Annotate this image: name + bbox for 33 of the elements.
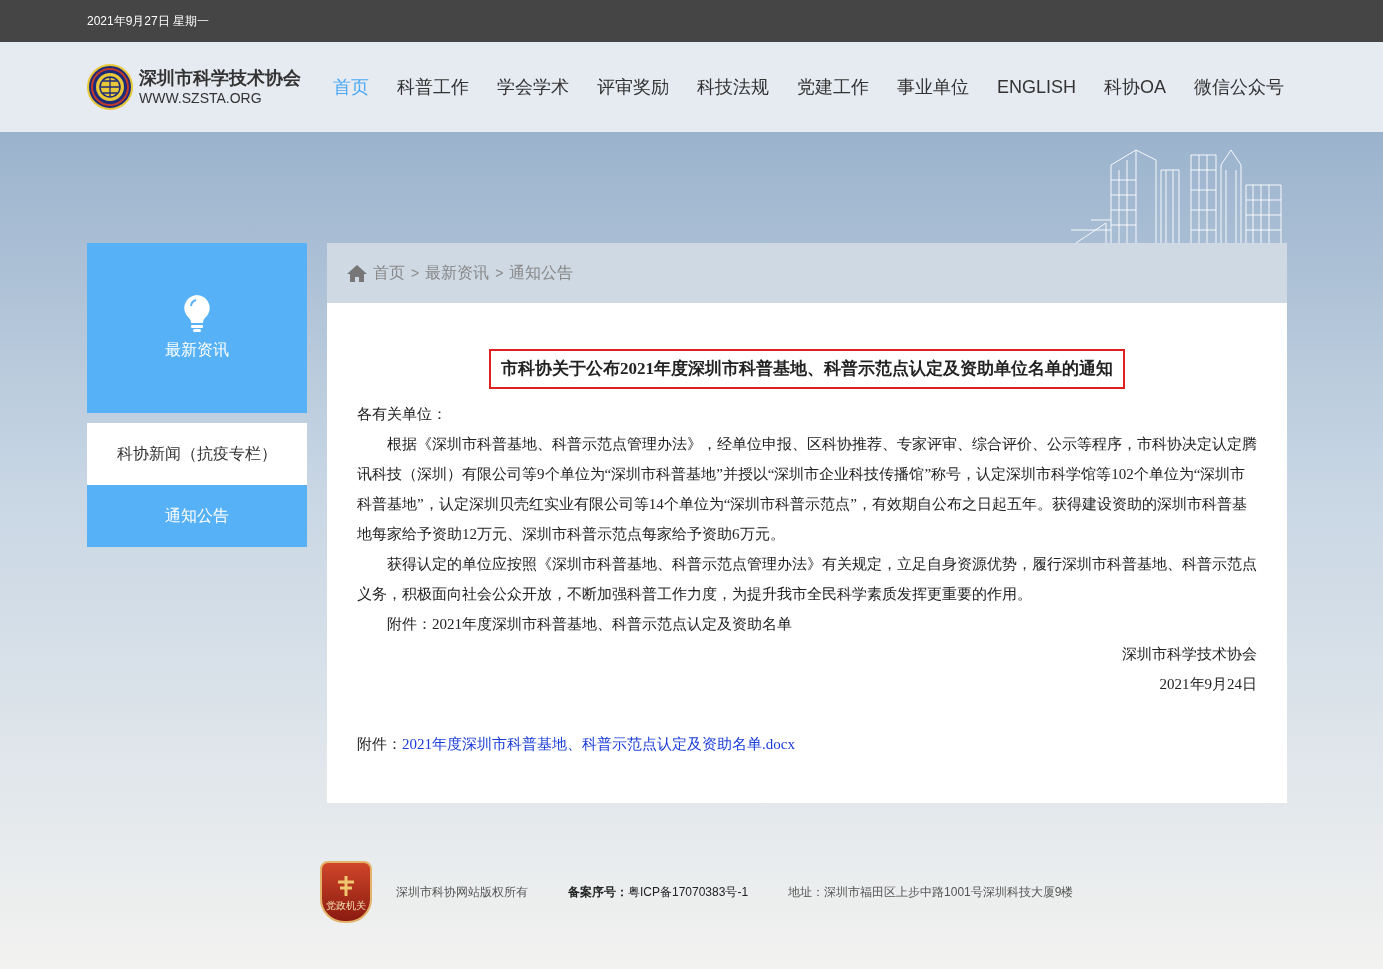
paragraph-text: 附件：2021年度深圳市科普基地、科普示范点认定及资助名单: [386, 615, 793, 634]
date-text: 2021年9月27日 星期一: [87, 13, 210, 30]
nav-link[interactable]: 学会学术: [483, 73, 583, 101]
paragraph-text: 获得认定的单位应按照《深圳市科普基地、科普示范点管理办法》有关规定，立足自身资源优势，履行深圳市科普基地、科普示范点义务，积极面向社会公众开放，不断加强科普工作力度，为提升我市全民科学素质发挥更重要的作用。: [357, 555, 1257, 604]
signature-text: 深圳市科学技术协会: [1122, 645, 1257, 664]
article-title: 市科协关于公布2021年度深圳市科普基地、科普示范点认定及资助单位名单的通知: [489, 349, 1125, 389]
home-icon: [347, 264, 367, 282]
address-text: 地址：深圳市福田区上步中路1001号深圳科技大厦9楼: [788, 884, 1074, 901]
logo-emblem-icon: [87, 64, 133, 110]
logo-title: 深圳市科学技术协会: [139, 67, 301, 90]
attachment-label: 附件：: [357, 735, 402, 754]
nav-link[interactable]: 事业单位: [883, 73, 983, 101]
nav-link[interactable]: ENGLISH: [983, 73, 1091, 101]
paragraph-text: 根据《深圳市科普基地、科普示范点管理办法》，经单位申报、区科协推荐、专家评审、综合评价、公示等程序，市科协决定认定腾讯科技（深圳）有限公司等9个单位为“深圳市科普基地”并授以“深圳市企业科技传播馆”称号，认定深圳市科学馆等102个单位为“深圳市科普基地”，认定深圳贝壳红实业有限公司等14个单位为“深圳市科普示范点”，有效期自公布之日起五年。获得建设资助的深圳市科普基地每家给予资助12万元、深圳市科普示范点每家给予资助6万元。: [357, 435, 1257, 544]
sidebar-title: 最新资讯: [165, 340, 229, 360]
nav-link[interactable]: 评审奖励: [583, 73, 683, 101]
logo-subtitle: WWW.SZSTA.ORG: [139, 89, 263, 107]
signature-date: 2021年9月24日: [1159, 675, 1257, 694]
icp-link[interactable]: 粤ICP备17070383号-1: [628, 883, 749, 901]
attachment-link[interactable]: 2021年度深圳市科普基地、科普示范点认定及资助名单.docx: [402, 729, 795, 759]
nav-link[interactable]: 科普工作: [383, 73, 483, 101]
badge-text: 党政机关: [326, 899, 366, 913]
nav-link[interactable]: 党建工作: [783, 73, 883, 101]
greeting-text: 各有关单位：: [357, 405, 448, 424]
copyright-text: 深圳市科协网站版权所有: [396, 884, 528, 901]
icp-label: 备案序号：: [568, 884, 628, 901]
nav-link[interactable]: 科技法规: [683, 73, 783, 101]
breadcrumb-separator: >: [495, 263, 504, 283]
sidebar-item[interactable]: 科协新闻（抗疫专栏）: [87, 423, 307, 485]
lightbulb-icon: [183, 294, 211, 332]
nav-link[interactable]: 微信公众号: [1180, 73, 1299, 101]
breadcrumb-separator: >: [411, 263, 420, 283]
nav-link[interactable]: 科协OA: [1090, 73, 1181, 101]
